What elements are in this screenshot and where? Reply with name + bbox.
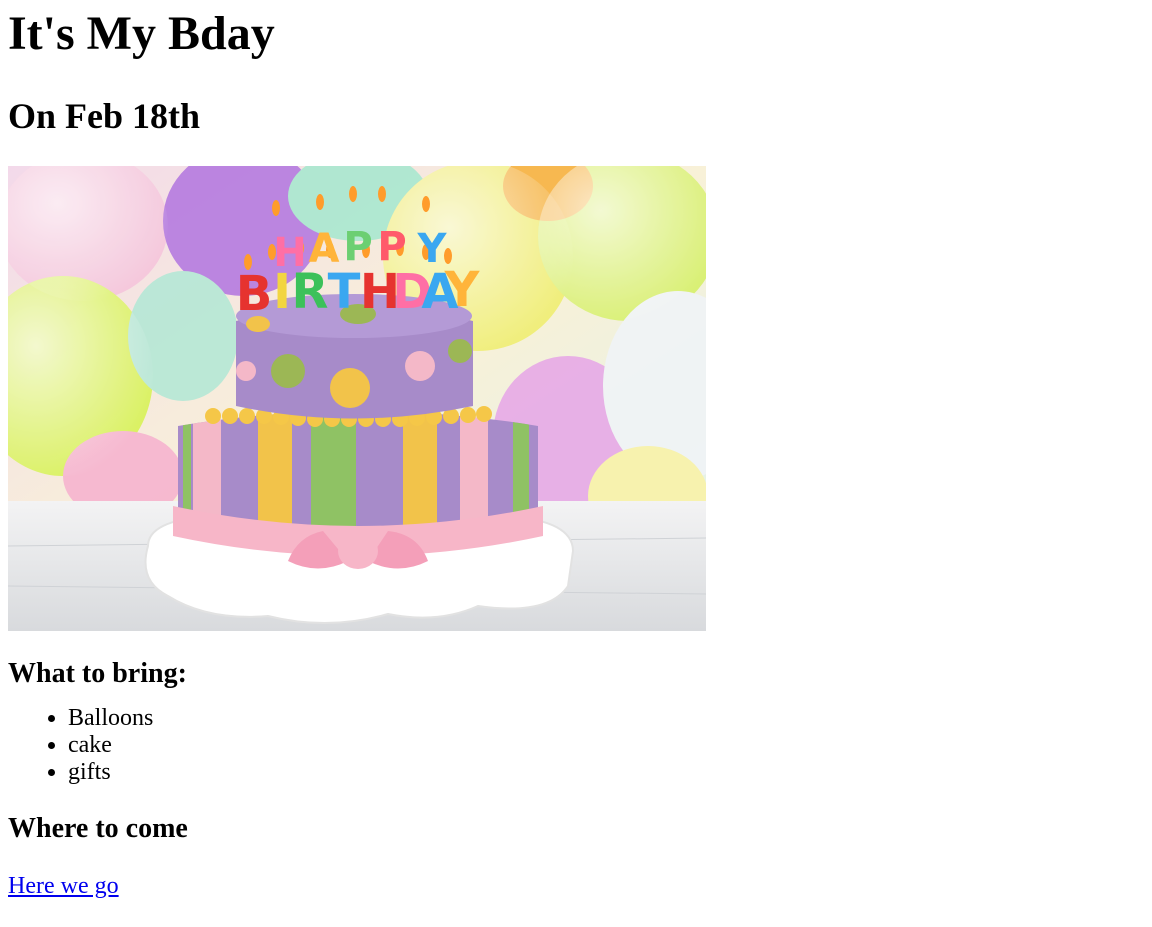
bring-section-title: What to bring: bbox=[8, 658, 187, 689]
candle-letter: B bbox=[236, 266, 273, 322]
page-subtitle: On Feb 18th bbox=[8, 96, 201, 136]
list-item: Balloons bbox=[68, 705, 1144, 732]
where-section-title: Where to come bbox=[8, 813, 188, 844]
list-item: gifts bbox=[68, 759, 1144, 786]
candle-letter: R bbox=[292, 264, 329, 320]
page: It's My Bday On Feb 18th H A P P Y B I R… bbox=[0, 0, 1152, 900]
bring-list: Balloons cake gifts bbox=[8, 705, 1144, 786]
link-paragraph: Here we go bbox=[8, 872, 1144, 900]
list-item: cake bbox=[68, 732, 1144, 759]
birthday-cake-image: H A P P Y B I R T H D A Y bbox=[8, 166, 706, 631]
page-title: It's My Bday bbox=[8, 7, 275, 60]
candle-letter: Y bbox=[444, 262, 481, 318]
candle-letter: I bbox=[273, 264, 291, 320]
candle-letter: T bbox=[328, 264, 361, 320]
location-link[interactable]: Here we go bbox=[8, 873, 119, 899]
